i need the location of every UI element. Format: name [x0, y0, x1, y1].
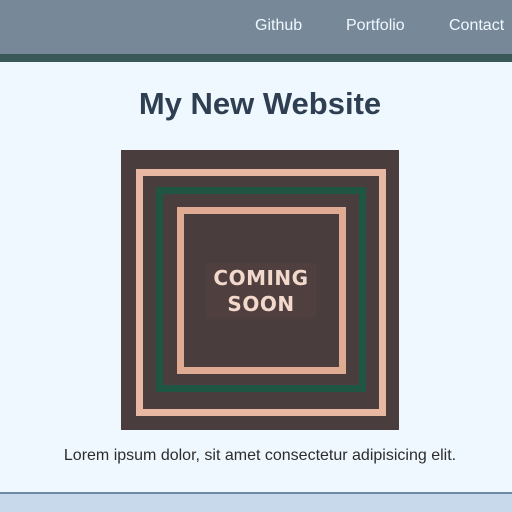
- page-title: My New Website: [138, 86, 382, 121]
- coming-soon-line-2: SOON: [227, 292, 295, 316]
- main-content: My New Website COMING SOON Lorem ipsum d…: [0, 62, 512, 492]
- coming-soon-image: COMING SOON: [121, 150, 399, 430]
- site-header: Github Portfolio Contact: [0, 0, 512, 54]
- description-text: Lorem ipsum dolor, sit amet consectetur …: [63, 447, 457, 464]
- nav-link-portfolio[interactable]: Portfolio: [346, 17, 405, 35]
- nav-link-github[interactable]: Github: [255, 17, 302, 35]
- coming-soon-badge: COMING SOON: [206, 263, 316, 318]
- coming-soon-line-1: COMING: [213, 266, 309, 290]
- header-bottom-border: [0, 54, 512, 62]
- site-footer: [0, 494, 512, 512]
- nav-link-contact[interactable]: Contact: [449, 17, 504, 35]
